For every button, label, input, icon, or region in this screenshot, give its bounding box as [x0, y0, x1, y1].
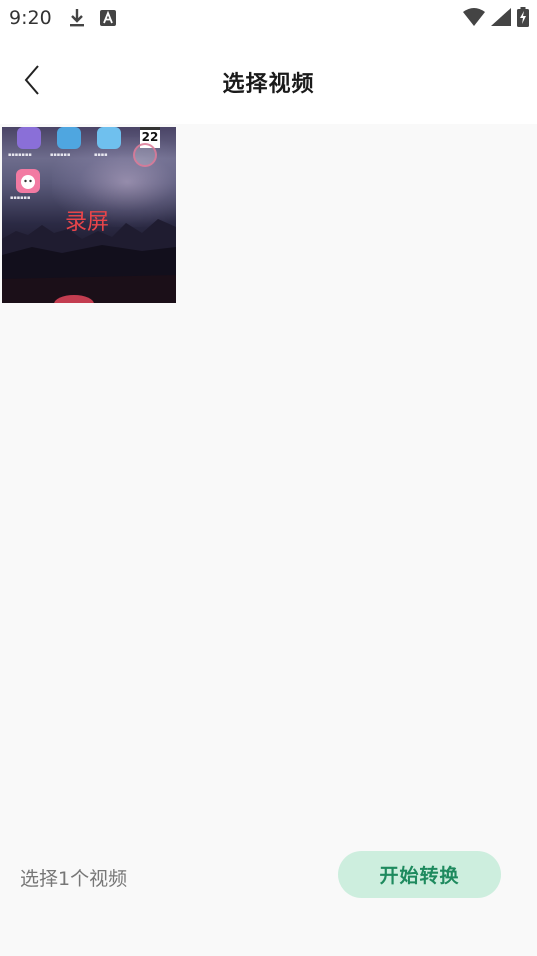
video-grid: ▪▪▪▪▪▪▪ ▪▪▪▪▪▪ ▪▪▪▪ 22 ▪▪▪▪▪▪ 录屏 选择1个视频 … [0, 124, 537, 956]
video-thumbnail[interactable]: ▪▪▪▪▪▪▪ ▪▪▪▪▪▪ ▪▪▪▪ 22 ▪▪▪▪▪▪ 录屏 [2, 127, 176, 303]
selection-count: 选择1个视频 [20, 868, 128, 890]
thumbnail-pet-app-icon [16, 169, 40, 193]
thumbnail-app-label: ▪▪▪▪ [94, 152, 108, 158]
app-header: 选择视频 [0, 36, 537, 124]
selection-check-icon[interactable] [133, 143, 157, 167]
thumbnail-app-icon [57, 127, 81, 149]
status-right-icons [463, 7, 529, 31]
wifi-icon [463, 8, 485, 30]
thumbnail-app-icon [97, 127, 121, 149]
page-title: 选择视频 [222, 72, 315, 97]
notification-a-icon [100, 10, 116, 30]
thumbnail-app-label: ▪▪▪▪▪▪ [10, 195, 31, 201]
status-time: 9:20 [9, 7, 52, 29]
status-bar: 9:20 [0, 0, 537, 36]
start-convert-button[interactable]: 开始转换 [338, 851, 501, 898]
thumbnail-app-label: ▪▪▪▪▪▪▪ [8, 152, 32, 158]
status-left-icons [68, 8, 116, 32]
thumbnail-app-icon [17, 127, 41, 149]
signal-icon [491, 8, 511, 30]
thumbnail-watermark: 录屏 [65, 210, 110, 235]
battery-charging-icon [517, 7, 529, 31]
download-icon [68, 8, 86, 32]
thumbnail-app-label: ▪▪▪▪▪▪ [50, 152, 71, 158]
